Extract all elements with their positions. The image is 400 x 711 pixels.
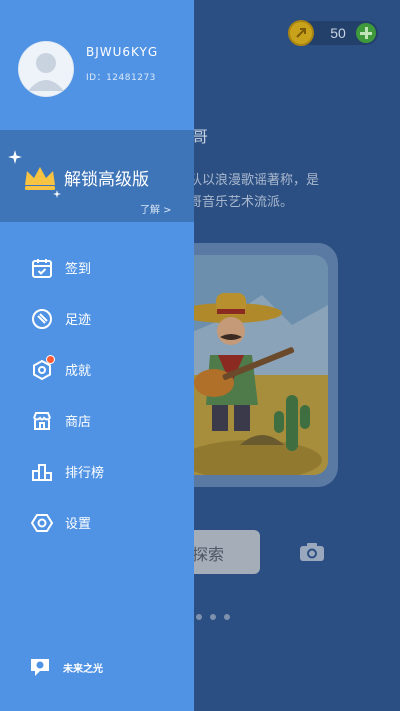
learn-more-link[interactable]: 了解 >: [140, 201, 172, 216]
brand-logo-icon: [28, 656, 52, 682]
sparkle-icon: [8, 150, 22, 164]
avatar[interactable]: [18, 41, 74, 97]
menu-label: 排行榜: [65, 466, 105, 481]
page-dot: [224, 614, 230, 620]
coin-value: 50: [330, 25, 346, 41]
username: BJWU6KYG: [86, 45, 159, 59]
leaderboard-icon: [30, 460, 54, 484]
page-indicator: [196, 605, 238, 624]
brand-name: 未来之光: [63, 664, 103, 675]
notification-badge: [46, 355, 55, 364]
menu-item-checkin[interactable]: 签到: [0, 245, 194, 289]
menu-item-settings[interactable]: 设置: [0, 500, 194, 544]
article-description: 乐队以浪漫歌谣著称，是 西哥音乐艺术流派。: [176, 170, 356, 214]
add-coins-button[interactable]: [356, 23, 376, 43]
menu-item-leaderboard[interactable]: 排行榜: [0, 449, 194, 493]
calendar-check-icon: [30, 256, 54, 280]
shop-icon: [30, 409, 54, 433]
menu-item-achievements[interactable]: 成就: [0, 347, 194, 391]
description-line: 乐队以浪漫歌谣著称，是: [176, 173, 320, 188]
sparkle-icon: [53, 190, 61, 198]
menu-item-footprints[interactable]: 足迹: [0, 296, 194, 340]
settings-icon: [30, 511, 54, 535]
menu-label: 商店: [65, 415, 92, 430]
premium-title: 解锁高级版: [64, 170, 149, 190]
page-dot: [196, 614, 202, 620]
menu-label: 成就: [65, 364, 92, 379]
description-line: 西哥音乐艺术流派。: [176, 195, 294, 210]
footprint-icon: [30, 307, 54, 331]
coin-icon: [288, 20, 314, 46]
camera-icon[interactable]: [299, 542, 325, 566]
menu-label: 设置: [65, 517, 92, 532]
menu-label: 签到: [65, 262, 92, 277]
user-id: ID：12481273: [86, 73, 156, 83]
menu-label: 足迹: [65, 313, 92, 328]
menu-item-shop[interactable]: 商店: [0, 398, 194, 442]
page-dot: [210, 614, 216, 620]
